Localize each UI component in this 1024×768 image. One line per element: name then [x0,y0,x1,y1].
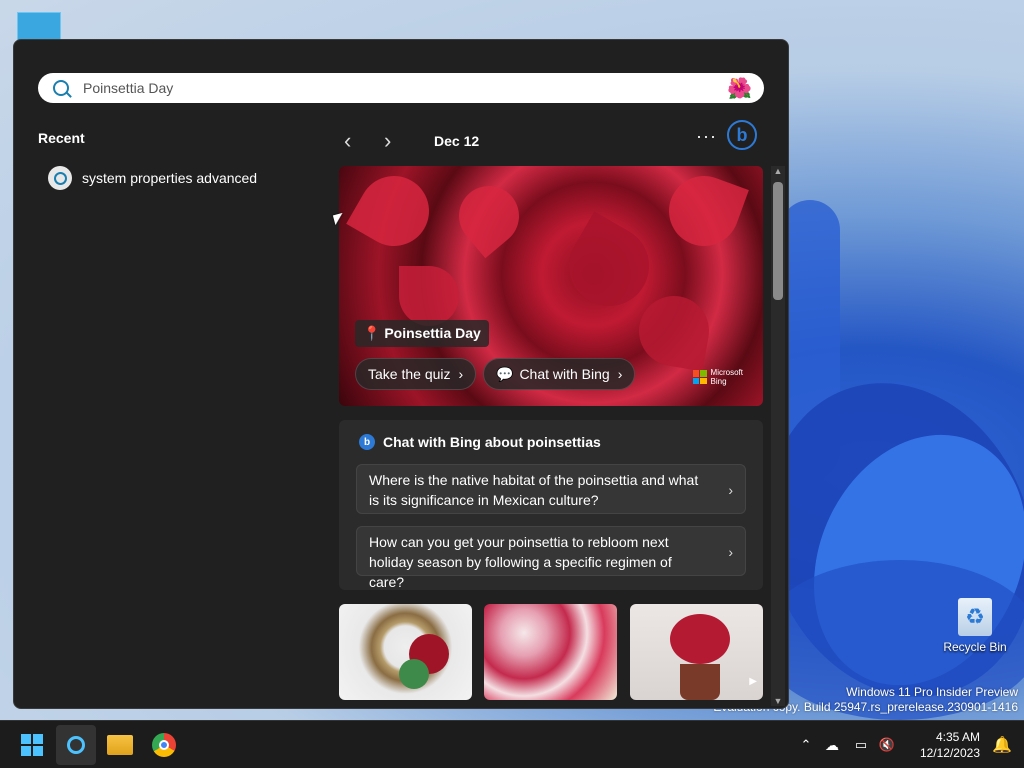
highlight-nav: ‹ › Dec 12 [344,128,479,154]
scroll-up-icon[interactable]: ▲ [771,166,785,176]
network-icon[interactable]: ▭ [848,737,874,753]
search-icon [67,736,85,754]
hero-card[interactable]: 📍 Poinsettia Day Take the quiz › 💬 Chat … [339,166,763,406]
folder-icon [107,735,133,755]
desktop-icon[interactable] [17,12,61,42]
chat-with-bing-label: Chat with Bing [519,366,610,382]
chevron-right-icon: › [728,482,733,498]
chat-bubble-icon: 💬 [496,365,514,382]
logo-text-microsoft: Microsoft [710,368,743,377]
search-taskbar-button[interactable] [56,725,96,765]
recycle-bin-label: Recycle Bin [943,640,1007,654]
poinsettia-icon: 🌺 [727,78,752,100]
search-icon [53,80,69,96]
hero-petal [554,211,664,321]
chat-card-title-label: Chat with Bing about poinsettias [383,434,601,450]
hero-petal [633,290,715,372]
carousel-next-icon[interactable]: ▶ [749,676,757,687]
more-options-button[interactable]: ··· [696,126,717,147]
file-explorer-button[interactable] [100,725,140,765]
take-quiz-button[interactable]: Take the quiz › [355,358,477,390]
chat-card-title: b Chat with Bing about poinsettias [359,434,601,450]
recycle-bin-shortcut[interactable]: Recycle Bin [940,598,1010,654]
scroll-down-icon[interactable]: ▼ [771,696,785,706]
bing-icon: b [359,434,375,450]
bing-chat-card: b Chat with Bing about poinsettias Where… [339,420,763,590]
carousel-image-potted-plant[interactable]: ▶ [630,604,763,700]
recent-heading: Recent [38,130,85,146]
hero-petal [659,166,749,256]
microsoft-bing-logo: Microsoft Bing [692,368,743,386]
recent-search-item[interactable]: system properties advanced [48,166,257,190]
panel-scrollbar[interactable]: ▲ ▼ [771,166,785,706]
chevron-left-icon[interactable]: ‹ [344,128,384,154]
hero-petal [399,266,459,326]
wreath-leaves [399,659,429,689]
hero-title-label: Poinsettia Day [384,325,481,341]
start-button[interactable] [12,725,52,765]
bing-chat-button[interactable]: b [727,120,757,150]
chrome-button[interactable] [144,725,184,765]
carousel-image-wreath[interactable] [339,604,472,700]
image-carousel: ▶ [339,604,763,700]
chrome-icon [152,733,176,757]
search-panel: 🌺 Recent system properties advanced ‹ › … [13,39,789,709]
hero-petal [346,166,442,259]
cloud-offline-icon[interactable]: ☁ [816,737,848,754]
scrollbar-thumb[interactable] [773,182,783,300]
chevron-up-icon[interactable]: ⌃ [796,737,816,753]
location-pin-icon: 📍 [363,325,381,341]
microsoft-logo-icon [692,370,707,384]
taskbar: ⌃ ☁ ▭ 🔇 4:35 AM 12/12/2023 🔔 [0,720,1024,768]
system-tray: ⌃ ☁ ▭ 🔇 [796,721,900,768]
chat-question-text: How can you get your poinsettia to reblo… [369,534,672,590]
chat-question-text: Where is the native habitat of the poins… [369,472,699,508]
search-icon [48,166,72,190]
recycle-bin-icon [958,598,992,636]
chevron-right-icon: › [728,544,733,560]
notification-bell-icon[interactable]: 🔔 [992,735,1012,755]
chat-with-bing-button[interactable]: 💬 Chat with Bing › [483,358,636,390]
windows-logo-icon [21,734,43,756]
hero-petal [446,173,532,259]
chevron-right-icon: › [458,366,464,382]
clock[interactable]: 4:35 AM 12/12/2023 [920,729,980,761]
hero-location[interactable]: 📍 Poinsettia Day [355,320,489,347]
logo-text-bing: Bing [710,377,727,386]
plant-pot [680,664,720,700]
chevron-right-icon: › [617,366,623,382]
search-box[interactable]: 🌺 [38,73,764,103]
clock-date: 12/12/2023 [919,746,980,760]
take-quiz-label: Take the quiz [368,366,451,382]
highlight-date: Dec 12 [434,133,480,149]
chat-question[interactable]: Where is the native habitat of the poins… [356,464,746,514]
carousel-image-poinsettias[interactable] [484,604,617,700]
search-input[interactable] [81,79,685,97]
chevron-right-icon[interactable]: › [384,128,424,154]
chat-question[interactable]: How can you get your poinsettia to reblo… [356,526,746,590]
volume-muted-icon[interactable]: 🔇 [874,737,900,753]
clock-time: 4:35 AM [935,730,980,744]
recent-search-label: system properties advanced [82,170,258,186]
plant-foliage [670,614,730,664]
